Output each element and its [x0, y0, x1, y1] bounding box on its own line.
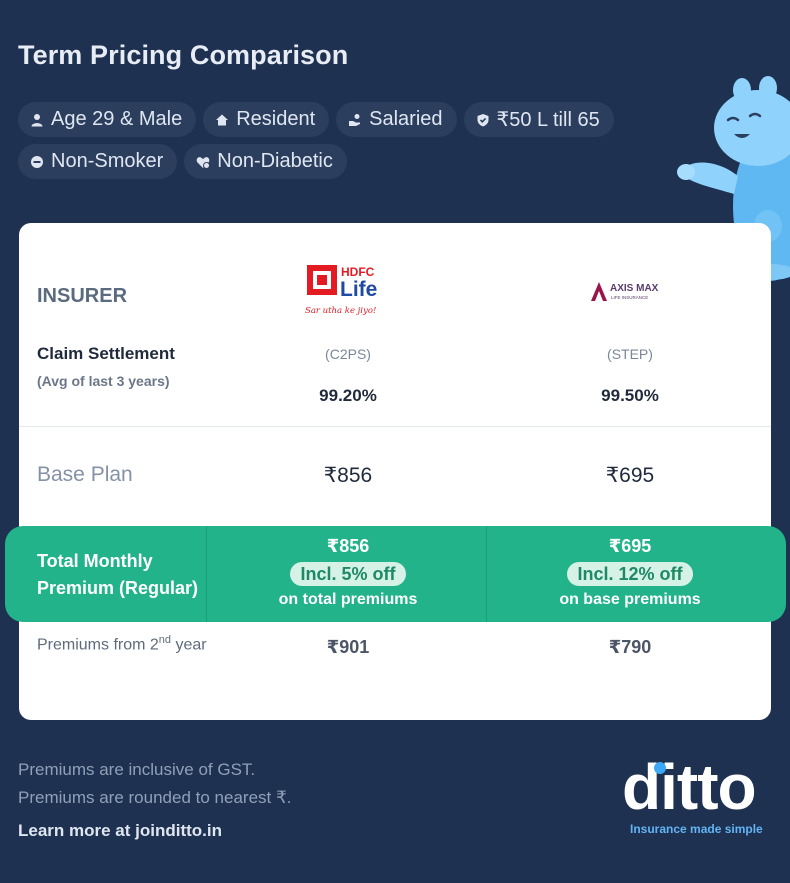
page-title: Term Pricing Comparison	[18, 40, 349, 70]
chip-age: Age 29 & Male	[18, 102, 197, 137]
chip-label: ₹50 L till 65	[496, 109, 600, 131]
chip-cover: ₹50 L till 65	[463, 102, 614, 137]
claim-settlement-sub: (Avg of last 3 years)	[37, 373, 170, 389]
ditto-logo-dot	[654, 762, 666, 774]
total-axis: ₹695 Incl. 12% off on base premiums	[510, 535, 750, 609]
discount-badge-axis: Incl. 12% off	[567, 562, 693, 586]
base-plan-label: Base Plan	[37, 463, 133, 486]
claim-ratio-axis: 99.50%	[601, 386, 659, 405]
claim-ratio-hdfc: 99.20%	[319, 386, 377, 405]
renewal-label-text: Premiums from 2	[37, 636, 159, 654]
hdfc-logo-tagline: Sar utha ke jiyo!	[305, 306, 376, 316]
hdfc-logo-life: Life	[340, 278, 377, 301]
renewal-label: Premiums from 2nd year	[37, 627, 207, 658]
chip-row-1: Age 29 & Male Resident Salaried ₹50 L ti…	[18, 102, 678, 137]
insurer-label: INSURER	[37, 285, 128, 307]
footer-learn-more-link[interactable]: Learn more at joinditto.in	[18, 821, 222, 841]
chip-salaried: Salaried	[336, 102, 457, 137]
axis-logo-sub: LIFE INSURANCE	[611, 295, 648, 300]
chip-non-diabetic: Non-Diabetic	[184, 144, 347, 179]
footer-note-rounding: Premiums are rounded to nearest ₹.	[18, 788, 292, 807]
chip-label: Salaried	[369, 108, 443, 130]
axis-logo-text: AXIS MAX	[610, 283, 659, 294]
band-divider	[486, 526, 487, 622]
salary-icon	[349, 113, 361, 126]
total-premium-label-text: Total Monthly Premium (Regular)	[37, 551, 199, 598]
discount-note-axis: on base premiums	[559, 591, 701, 608]
brand-tagline: Insurance made simple	[630, 822, 763, 836]
renewal-label-tail: year	[171, 636, 207, 654]
chip-resident: Resident	[203, 102, 330, 137]
renewal-price-axis: ₹790	[608, 637, 652, 657]
total-price-hdfc: ₹856	[326, 536, 370, 556]
no-smoking-icon	[31, 155, 43, 168]
chip-label: Non-Smoker	[51, 150, 164, 172]
plan-code-axis: (STEP)	[607, 346, 653, 362]
discount-note-hdfc: on total premiums	[278, 591, 418, 608]
person-icon	[31, 113, 43, 126]
total-hdfc: ₹856 Incl. 5% off on total premiums	[228, 535, 468, 609]
chip-non-smoker: Non-Smoker	[18, 144, 178, 179]
base-price-hdfc: ₹856	[323, 464, 373, 487]
discount-badge-hdfc: Incl. 5% off	[290, 562, 406, 586]
claim-settlement-label: Claim Settlement	[37, 344, 175, 363]
comparison-card-frame: Term Pricing Comparison Age 29 & Male Re…	[0, 0, 790, 883]
total-premium-band: Total Monthly Premium (Regular) ₹856 Inc…	[5, 526, 786, 622]
axis-max-logo: AXIS MAX LIFE INSURANCE	[591, 282, 659, 301]
chip-row-2: Non-Smoker Non-Diabetic	[18, 144, 678, 179]
chip-label: Resident	[236, 108, 316, 130]
hdfc-life-logo: HDFC Life Sar utha ke jiyo!	[305, 265, 377, 316]
hdfc-logo-text: HDFC	[341, 265, 375, 279]
total-price-axis: ₹695	[608, 536, 652, 556]
shield-icon	[477, 113, 489, 126]
chip-label: Age 29 & Male	[51, 108, 183, 130]
profile-chips: Age 29 & Male Resident Salaried ₹50 L ti…	[18, 102, 678, 186]
total-premium-label: Total Monthly Premium (Regular)	[37, 548, 207, 602]
chip-label: Non-Diabetic	[217, 150, 333, 172]
plan-code-hdfc: (C2PS)	[325, 346, 371, 362]
renewal-label-sup: nd	[158, 634, 172, 646]
footer-note-gst: Premiums are inclusive of GST.	[18, 760, 256, 779]
comparison-table: INSURER HDFC Life Sar utha ke jiyo! AXIS…	[19, 223, 771, 720]
renewal-price-hdfc: ₹901	[326, 637, 370, 657]
heart-check-icon	[196, 156, 211, 169]
home-icon	[216, 114, 229, 125]
ditto-logo: ditto	[622, 751, 757, 823]
table-divider	[19, 426, 771, 427]
base-price-axis: ₹695	[605, 464, 655, 487]
